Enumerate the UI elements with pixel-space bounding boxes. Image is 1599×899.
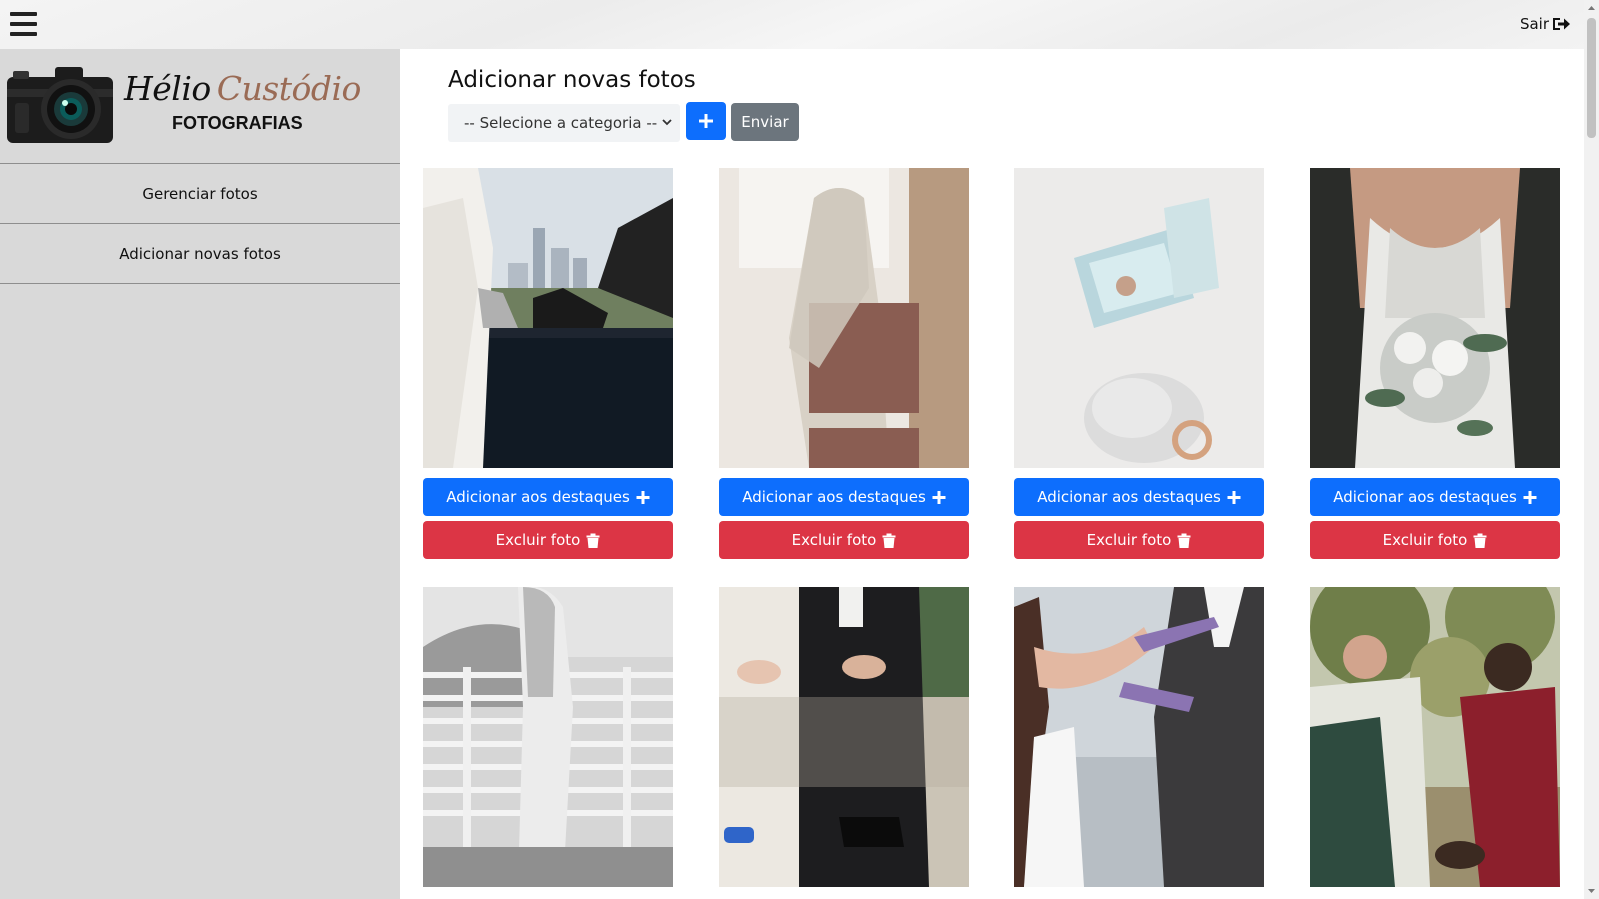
- delete-photo-label: Excluir foto: [495, 531, 581, 549]
- photo-card: Adicionar aos destaques Excluir foto: [1014, 168, 1264, 559]
- trash-icon: [1473, 533, 1487, 548]
- photo-image: [719, 587, 969, 887]
- add-to-featured-label: Adicionar aos destaques: [742, 488, 926, 506]
- plus-icon: [636, 490, 650, 504]
- trash-icon: [1177, 533, 1191, 548]
- brand-subtitle: FOTOGRAFIAS: [172, 113, 303, 133]
- add-to-featured-button[interactable]: Adicionar aos destaques: [1310, 478, 1560, 516]
- photo-card: Adicionar aos destaques Excluir foto: [423, 168, 673, 559]
- add-to-featured-label: Adicionar aos destaques: [446, 488, 630, 506]
- sidebar-item-label: Adicionar novas fotos: [119, 244, 281, 263]
- send-button[interactable]: Enviar: [731, 103, 799, 141]
- plus-icon: [932, 490, 946, 504]
- scrollbar-thumb[interactable]: [1587, 18, 1596, 138]
- delete-photo-button[interactable]: Excluir foto: [1014, 521, 1264, 559]
- scroll-down-icon[interactable]: [1587, 886, 1596, 895]
- photo-card: [1310, 587, 1560, 887]
- brand-logo: Hélio Custódio FOTOGRAFIAS: [0, 49, 400, 164]
- delete-photo-label: Excluir foto: [1086, 531, 1172, 549]
- photo-card: Adicionar aos destaques Excluir foto: [719, 168, 969, 559]
- sidebar: Hélio Custódio FOTOGRAFIAS Gerenciar foto…: [0, 49, 400, 899]
- add-to-featured-button[interactable]: Adicionar aos destaques: [1014, 478, 1264, 516]
- delete-photo-button[interactable]: Excluir foto: [423, 521, 673, 559]
- scroll-up-icon[interactable]: [1587, 4, 1596, 13]
- add-to-featured-label: Adicionar aos destaques: [1333, 488, 1517, 506]
- plus-icon: [1523, 490, 1537, 504]
- photo-card: [1014, 587, 1264, 887]
- top-bar: Sair: [0, 0, 1584, 49]
- sidebar-item-add-photos[interactable]: Adicionar novas fotos: [0, 224, 400, 284]
- category-select-value: -- Selecione a categoria --: [464, 114, 658, 132]
- photo-image: [1014, 587, 1264, 887]
- sidebar-item-manage-photos[interactable]: Gerenciar fotos: [0, 164, 400, 224]
- sign-out-icon: [1553, 18, 1570, 30]
- photo-image: [1014, 168, 1264, 468]
- delete-photo-label: Excluir foto: [1382, 531, 1468, 549]
- add-to-featured-button[interactable]: Adicionar aos destaques: [719, 478, 969, 516]
- sidebar-item-label: Gerenciar fotos: [142, 184, 258, 203]
- vertical-scrollbar[interactable]: [1584, 0, 1599, 899]
- category-select[interactable]: -- Selecione a categoria --: [448, 104, 680, 142]
- camera-icon: [7, 67, 113, 143]
- photo-image: [423, 587, 673, 887]
- brand-first-name: Hélio: [124, 69, 211, 108]
- photo-image: [423, 168, 673, 468]
- add-to-featured-label: Adicionar aos destaques: [1037, 488, 1221, 506]
- delete-photo-button[interactable]: Excluir foto: [719, 521, 969, 559]
- trash-icon: [882, 533, 896, 548]
- delete-photo-label: Excluir foto: [791, 531, 877, 549]
- logout-button[interactable]: Sair: [1520, 15, 1570, 33]
- delete-photo-button[interactable]: Excluir foto: [1310, 521, 1560, 559]
- brand-last-name: Custódio: [216, 69, 362, 108]
- plus-icon: [1227, 490, 1241, 504]
- chevron-down-icon: [662, 119, 672, 126]
- trash-icon: [586, 533, 600, 548]
- photo-card: [423, 587, 673, 887]
- photo-card: Adicionar aos destaques Excluir foto: [1310, 168, 1560, 559]
- main-content: Adicionar novas fotos -- Selecione a cat…: [400, 49, 1584, 899]
- page-title: Adicionar novas fotos: [448, 67, 696, 93]
- add-to-featured-button[interactable]: Adicionar aos destaques: [423, 478, 673, 516]
- add-category-button[interactable]: [686, 102, 726, 140]
- brand-name: Hélio Custódio: [124, 69, 361, 108]
- photo-image: [1310, 587, 1560, 887]
- photo-card: [719, 587, 969, 887]
- photo-image: [1310, 168, 1560, 468]
- logout-label: Sair: [1519, 15, 1549, 33]
- menu-icon[interactable]: [10, 12, 37, 36]
- plus-icon: [699, 114, 713, 128]
- photo-image: [719, 168, 969, 468]
